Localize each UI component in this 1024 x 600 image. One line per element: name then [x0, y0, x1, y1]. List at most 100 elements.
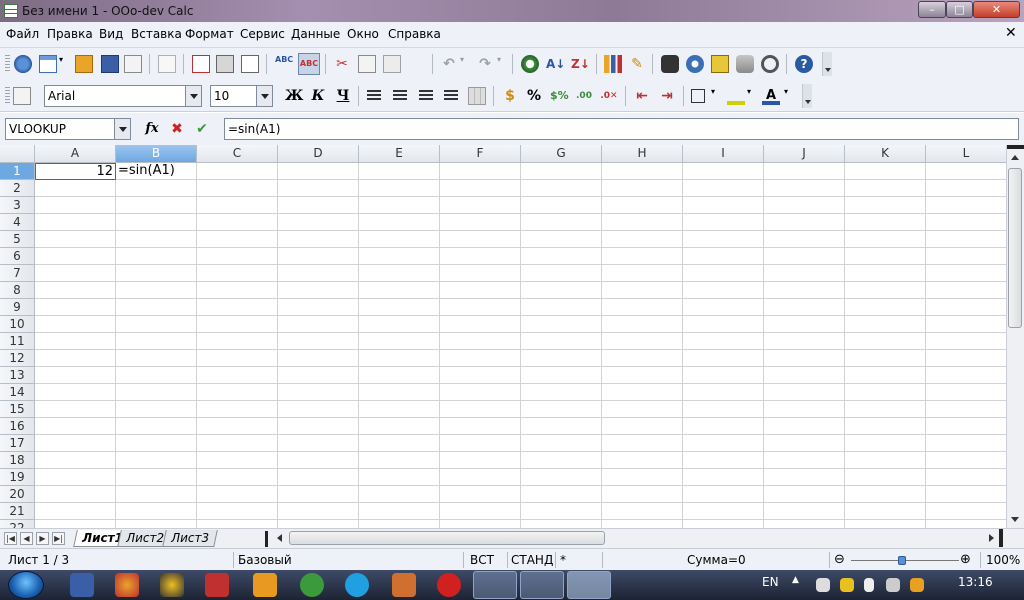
row-header-19[interactable]: 19 [0, 469, 35, 486]
skype-icon[interactable] [345, 573, 369, 597]
row-header-16[interactable]: 16 [0, 418, 35, 435]
column-header-j[interactable]: J [764, 145, 845, 163]
select-all-corner[interactable] [0, 145, 35, 163]
currency-format-icon[interactable]: $ [501, 87, 519, 105]
undo-dropdown-icon[interactable]: ▾ [460, 55, 468, 73]
copy-icon[interactable] [358, 55, 376, 73]
sort-ascending-icon[interactable]: A↓ [546, 55, 565, 73]
new-dropdown-icon[interactable]: ▾ [59, 55, 67, 73]
chevron-down-icon[interactable] [114, 119, 130, 139]
close-button[interactable]: ✕ [973, 1, 1020, 18]
column-header-e[interactable]: E [359, 145, 440, 163]
daemon-tools-icon[interactable] [160, 573, 184, 597]
update-icon[interactable] [910, 578, 924, 592]
column-header-b[interactable]: B [116, 145, 197, 163]
spellcheck-icon[interactable]: ABC [275, 55, 293, 73]
row-header-5[interactable]: 5 [0, 231, 35, 248]
next-sheet-icon[interactable]: ▶ [36, 532, 49, 545]
add-decimal-icon[interactable]: .00 [575, 87, 593, 105]
chart-icon[interactable] [604, 55, 622, 73]
chevron-down-icon[interactable] [256, 86, 272, 106]
draw-functions-icon[interactable]: ✎ [628, 55, 646, 73]
zoom-icon[interactable] [761, 55, 779, 73]
background-color-icon[interactable] [727, 87, 745, 105]
row-header-3[interactable]: 3 [0, 197, 35, 214]
font-size-select[interactable]: 10 [210, 85, 273, 107]
page-style[interactable]: Базовый [238, 553, 292, 567]
new-spreadsheet-icon[interactable] [39, 55, 57, 73]
column-header-g[interactable]: G [521, 145, 602, 163]
menu-file[interactable]: Файл [6, 27, 39, 41]
row-header-21[interactable]: 21 [0, 503, 35, 520]
show-hidden-icons[interactable]: ▲ [792, 575, 799, 585]
gallery-icon[interactable] [711, 55, 729, 73]
row-header-20[interactable]: 20 [0, 486, 35, 503]
last-sheet-icon[interactable]: ▶| [52, 532, 65, 545]
print-preview-icon[interactable] [241, 55, 259, 73]
cell-b1[interactable]: =sin(A1) [117, 163, 175, 180]
hyperlink-icon[interactable] [521, 55, 539, 73]
cut-icon[interactable]: ✂ [333, 55, 351, 73]
column-header-i[interactable]: I [683, 145, 764, 163]
toolbar-grip[interactable] [5, 87, 10, 105]
word-task[interactable] [520, 571, 564, 599]
insert-mode[interactable]: ВСТ [470, 553, 494, 567]
opera-icon[interactable] [437, 573, 461, 597]
background-dropdown-icon[interactable]: ▾ [747, 87, 755, 105]
spreadsheet-grid[interactable]: A B C D E F G H I J K L 1 2 3 4 5 6 7 8 9 10 11 12 1… [0, 145, 1006, 528]
menu-data[interactable]: Данные [291, 27, 340, 41]
explorer-task[interactable] [473, 571, 517, 599]
redo-dropdown-icon[interactable]: ▾ [497, 55, 505, 73]
minimize-button[interactable]: – [918, 1, 946, 18]
align-left-icon[interactable] [367, 90, 381, 102]
font-name-select[interactable]: Arial [44, 85, 202, 107]
zoom-out-icon[interactable]: ⊖ [834, 552, 845, 567]
sum-display[interactable]: Сумма=0 [687, 553, 746, 567]
percent-format-button[interactable]: % [525, 87, 543, 105]
cancel-icon[interactable]: ✖ [168, 120, 186, 138]
zoom-slider-thumb[interactable] [898, 556, 906, 565]
scroll-left-icon[interactable] [277, 534, 282, 542]
save-icon[interactable] [101, 55, 119, 73]
row-header-13[interactable]: 13 [0, 367, 35, 384]
navigator-icon[interactable] [686, 55, 704, 73]
split-handle[interactable] [999, 529, 1003, 547]
align-center-icon[interactable] [393, 90, 407, 102]
zoom-level[interactable]: 100% [986, 553, 1020, 567]
font-color-dropdown-icon[interactable]: ▾ [784, 87, 792, 105]
open-folder-icon[interactable] [75, 55, 93, 73]
autospellcheck-icon[interactable]: ABC [298, 53, 320, 75]
redo-icon[interactable]: ↷ [476, 55, 494, 73]
borders-dropdown-icon[interactable]: ▾ [711, 87, 719, 105]
paint-icon[interactable] [205, 573, 229, 597]
row-header-7[interactable]: 7 [0, 265, 35, 282]
network-icon[interactable] [816, 578, 830, 592]
row-header-6[interactable]: 6 [0, 248, 35, 265]
tab-splitter[interactable] [265, 531, 268, 547]
row-header-8[interactable]: 8 [0, 282, 35, 299]
paste-icon[interactable] [383, 55, 401, 73]
cell-a1[interactable]: 12 [35, 163, 116, 180]
align-right-icon[interactable] [419, 90, 433, 102]
close-document-icon[interactable]: ✕ [1005, 25, 1017, 41]
column-header-a[interactable]: A [35, 145, 116, 163]
row-header-17[interactable]: 17 [0, 435, 35, 452]
column-header-d[interactable]: D [278, 145, 359, 163]
menu-insert[interactable]: Вставка [131, 27, 182, 41]
toolbar-options-icon[interactable] [802, 84, 812, 108]
split-handle[interactable] [1007, 145, 1024, 149]
bold-button[interactable]: Ж [285, 87, 303, 105]
vertical-scroll-thumb[interactable] [1008, 168, 1022, 328]
menu-format[interactable]: Формат [185, 27, 234, 41]
toolbar-options-icon[interactable] [822, 52, 832, 76]
standard-format-icon[interactable]: $% [550, 87, 569, 105]
zoom-in-icon[interactable]: ⊕ [960, 552, 971, 567]
row-header-11[interactable]: 11 [0, 333, 35, 350]
folder-app-icon[interactable] [253, 573, 277, 597]
alert-icon[interactable] [840, 578, 854, 592]
accept-icon[interactable]: ✔ [193, 120, 211, 138]
row-header-9[interactable]: 9 [0, 299, 35, 316]
delete-decimal-icon[interactable]: .0✕ [600, 87, 618, 105]
sort-descending-icon[interactable]: Z↓ [571, 55, 590, 73]
maximize-button[interactable]: □ [946, 1, 973, 18]
